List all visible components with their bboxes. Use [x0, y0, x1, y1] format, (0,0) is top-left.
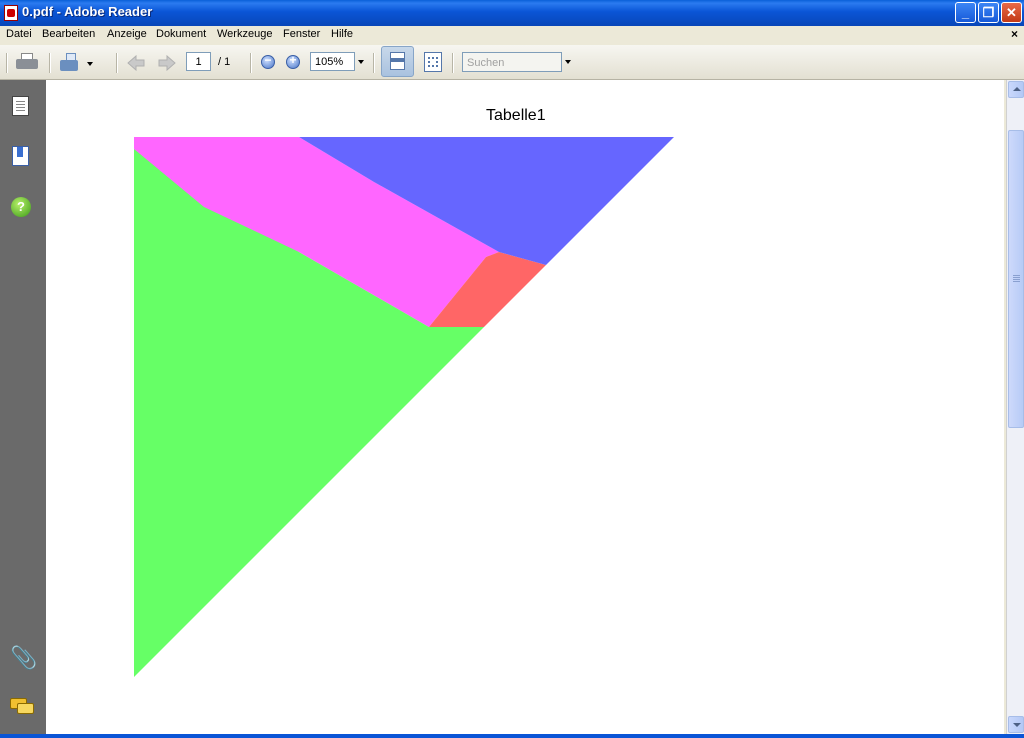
menu-fenster[interactable]: Fenster [283, 28, 320, 40]
scroll-thumb[interactable] [1008, 130, 1024, 428]
toolbar-separator [373, 53, 375, 73]
attachments-icon[interactable]: 📎 [10, 647, 37, 669]
document-page: Tabelle1 [46, 80, 1004, 734]
navigation-pane [0, 80, 46, 738]
window-bottom-border [0, 734, 1024, 738]
menu-bearbeiten[interactable]: Bearbeiten [42, 28, 95, 40]
print-icon[interactable] [16, 53, 38, 71]
toolbar-separator [116, 53, 118, 73]
close-document-icon[interactable]: × [1011, 27, 1018, 41]
fit-width-button[interactable] [381, 46, 414, 77]
toolbar-grip [6, 53, 8, 73]
menu-hilfe[interactable]: Hilfe [331, 28, 353, 40]
toolbar-separator [49, 53, 51, 73]
collaborate-icon[interactable] [60, 53, 82, 73]
bookmarks-icon[interactable] [12, 146, 29, 166]
adobe-reader-icon [4, 5, 18, 21]
document-title: Tabelle1 [486, 107, 546, 124]
help-icon[interactable]: ? [11, 197, 31, 217]
search-input[interactable]: Suchen [462, 52, 562, 72]
next-page-icon[interactable] [158, 55, 176, 71]
minus-icon: − [264, 53, 272, 67]
scroll-up-button[interactable] [1008, 81, 1024, 98]
pages-icon[interactable] [12, 96, 29, 116]
menu-datei[interactable]: Datei [6, 28, 32, 40]
zoom-input[interactable]: 105% [310, 52, 355, 71]
menu-anzeige[interactable]: Anzeige [107, 28, 147, 40]
vertical-scrollbar[interactable] [1006, 80, 1024, 734]
previous-page-icon[interactable] [127, 55, 145, 71]
toolbar-separator [452, 53, 454, 73]
page-total: / 1 [218, 56, 231, 68]
minimize-button[interactable]: _ [955, 2, 976, 23]
window-title: 0.pdf - Adobe Reader [22, 4, 153, 19]
comments-icon[interactable] [10, 698, 34, 714]
menu-dokument[interactable]: Dokument [156, 28, 206, 40]
chevron-down-icon[interactable] [87, 62, 93, 66]
scroll-down-button[interactable] [1008, 716, 1024, 733]
menu-bar: Datei Bearbeiten Anzeige Dokument Werkze… [0, 26, 1024, 45]
colored-region-plot [134, 137, 679, 677]
zoom-dropdown-icon[interactable] [358, 60, 364, 64]
close-window-button[interactable]: ✕ [1001, 2, 1022, 23]
toolbar-separator [250, 53, 252, 73]
search-dropdown-icon[interactable] [565, 60, 571, 64]
title-bar: 0.pdf - Adobe Reader _ ❐ ✕ [0, 0, 1024, 26]
page-number-input[interactable]: 1 [186, 52, 211, 71]
menu-werkzeuge[interactable]: Werkzeuge [217, 28, 272, 40]
plus-icon: + [289, 53, 297, 67]
zoom-out-button[interactable]: − [261, 53, 275, 69]
zoom-in-button[interactable]: + [286, 53, 300, 69]
maximize-button[interactable]: ❐ [978, 2, 999, 23]
fit-page-button[interactable] [424, 52, 442, 72]
